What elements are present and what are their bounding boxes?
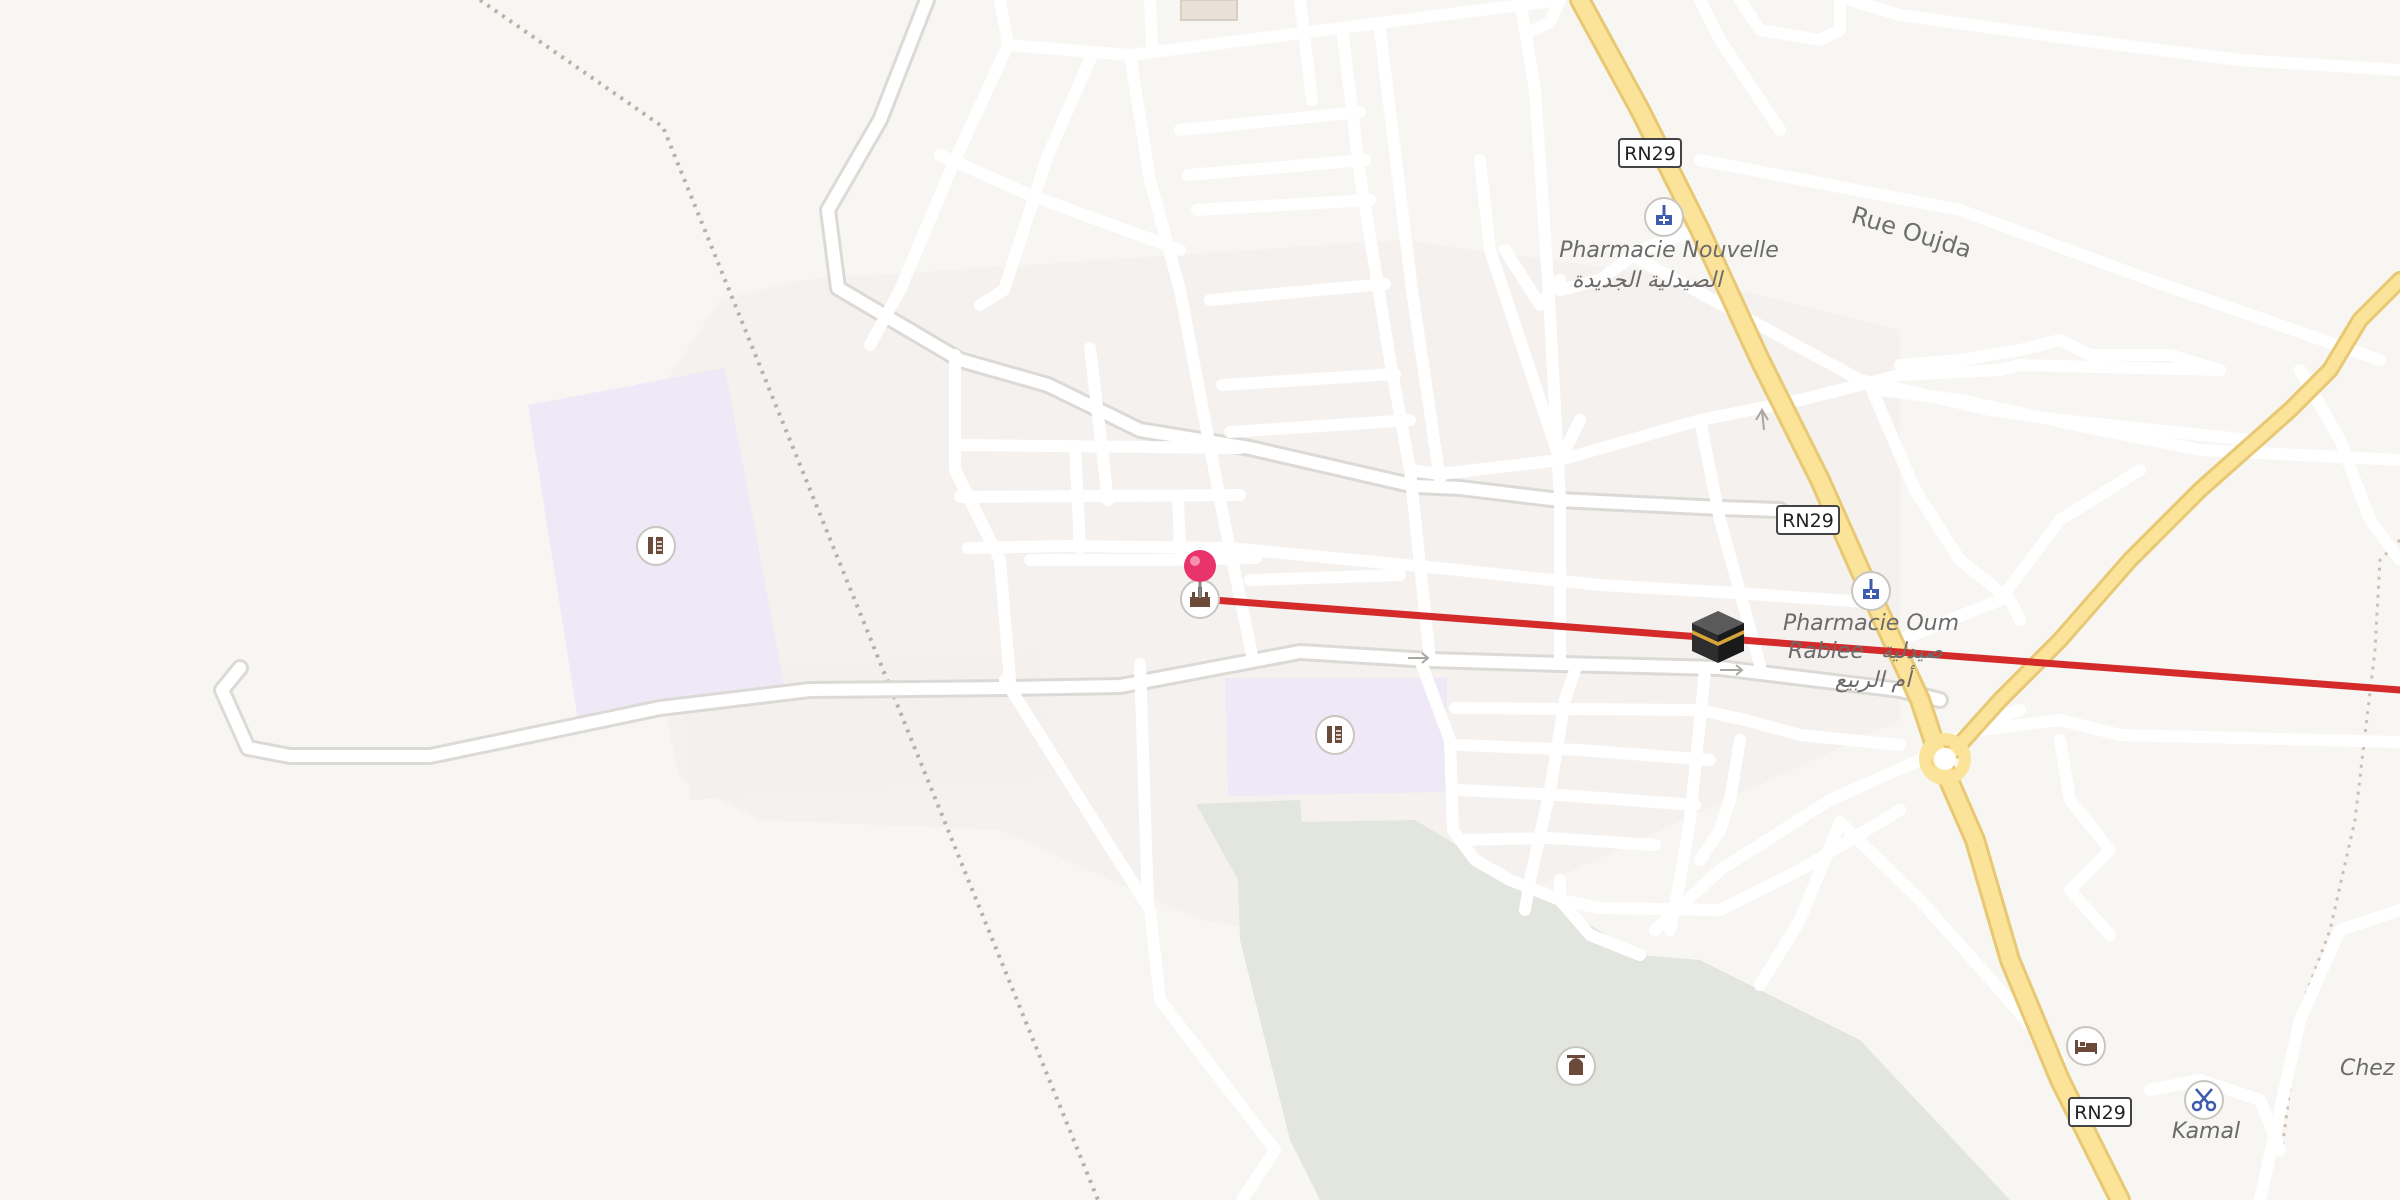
road-shield: RN29 xyxy=(2068,1097,2132,1127)
poi-name-ar: الصيدلية الجديدة xyxy=(1572,268,1725,293)
poi-name-ar: صيدلية xyxy=(1881,639,1943,664)
school-icon[interactable] xyxy=(1315,715,1355,755)
poi-name-fr-line2: Rabiee xyxy=(1788,639,1864,664)
poi-label-pharmacie-nouvelle: Pharmacie Nouvelle الصيدلية الجديدة xyxy=(1559,238,1779,293)
cemetery-area xyxy=(1196,800,2010,1200)
hotel-bed-icon[interactable] xyxy=(2066,1026,2106,1066)
map-canvas[interactable]: RN29 RN29 RN29 Rue Oujda Pharmacie Nouve… xyxy=(0,0,2400,1200)
building xyxy=(1180,0,1238,21)
hairdresser-scissors-icon[interactable] xyxy=(2184,1080,2224,1120)
road-shield: RN29 xyxy=(1618,138,1682,168)
poi-label-kamal: Kamal xyxy=(2172,1119,2240,1144)
pharmacy-icon[interactable] xyxy=(1644,197,1684,237)
school-icon[interactable] xyxy=(636,526,676,566)
pharmacy-icon[interactable] xyxy=(1851,571,1891,611)
road-shield-label: RN29 xyxy=(1624,143,1676,165)
road-shield-label: RN29 xyxy=(2074,1102,2126,1124)
poi-name-ar-line2: أم الربيع xyxy=(1835,665,1916,693)
poi-name-fr: Pharmacie Nouvelle xyxy=(1559,238,1779,263)
poi-name-fr: Pharmacie Oum xyxy=(1783,611,1959,636)
road-shield-label: RN29 xyxy=(1782,510,1834,532)
road-shield: RN29 xyxy=(1776,505,1840,535)
cemetery-icon[interactable] xyxy=(1556,1046,1596,1086)
poi-label-chez-a: Chez A xyxy=(2340,1056,2400,1081)
